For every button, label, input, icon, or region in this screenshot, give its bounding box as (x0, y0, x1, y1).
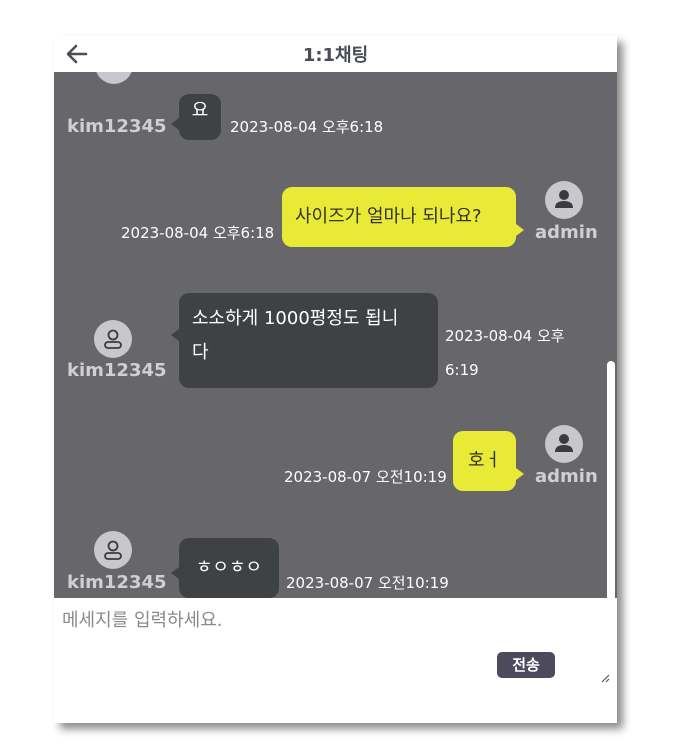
message-text-line: 소소하게 1000평정도 됩니 (192, 308, 399, 329)
message-time-line: 6:19 (445, 361, 479, 379)
message-text-line: 다 (192, 342, 209, 363)
message-time: 2023-08-04 오후6:18 (121, 224, 275, 242)
sender-name: admin (535, 222, 598, 243)
message-time: 2023-08-04 오후6:18 (230, 118, 384, 136)
arrow-left-icon[interactable] (66, 44, 88, 64)
page-title: 1:1채팅 (302, 45, 369, 66)
bubble-tail (516, 468, 524, 480)
message-text: 호ㅓ (467, 450, 502, 471)
bubble-tail (171, 118, 179, 130)
message-bubble: 요 (179, 94, 221, 140)
sender-name: kim12345 (67, 572, 167, 593)
avatar (545, 425, 583, 463)
message-time: 2023-08-07 오전10:19 (286, 574, 449, 592)
sender-name: kim12345 (67, 360, 167, 381)
bubble-tail (171, 329, 179, 341)
avatar (94, 320, 132, 358)
message-bubble: ㅎㅇㅎㅇ (179, 538, 279, 598)
send-button[interactable]: 전송 (497, 652, 555, 678)
message-bubble: 사이즈가 얼마나 되나요? (282, 187, 516, 247)
sender-name: admin (535, 466, 598, 487)
sender-name: kim12345 (67, 116, 167, 137)
chat-window: 1:1채팅 kim12345 요 2023-08-04 오후6:18 2023-… (54, 36, 617, 723)
chat-header: 1:1채팅 (54, 36, 617, 72)
avatar (94, 531, 132, 569)
avatar (545, 181, 583, 219)
message-bubble: 소소하게 1000평정도 됩니 다 (179, 293, 438, 388)
message-bubble: 호ㅓ (453, 431, 516, 491)
message-list[interactable]: kim12345 요 2023-08-04 오후6:18 2023-08-04 … (54, 72, 617, 634)
message-time: 2023-08-07 오전10:19 (284, 468, 447, 486)
bubble-tail (516, 224, 524, 236)
bubble-tail (171, 567, 179, 579)
avatar (95, 72, 133, 84)
resize-handle-icon[interactable] (600, 668, 610, 683)
message-text: 요 (191, 100, 209, 121)
message-time-line: 2023-08-04 오후 (445, 327, 565, 345)
message-text: ㅎㅇㅎㅇ (195, 557, 263, 578)
message-time: 2023-08-04 오후 6:19 (445, 319, 565, 387)
message-text: 사이즈가 얼마나 되나요? (295, 206, 482, 227)
scrollbar[interactable] (607, 361, 615, 633)
